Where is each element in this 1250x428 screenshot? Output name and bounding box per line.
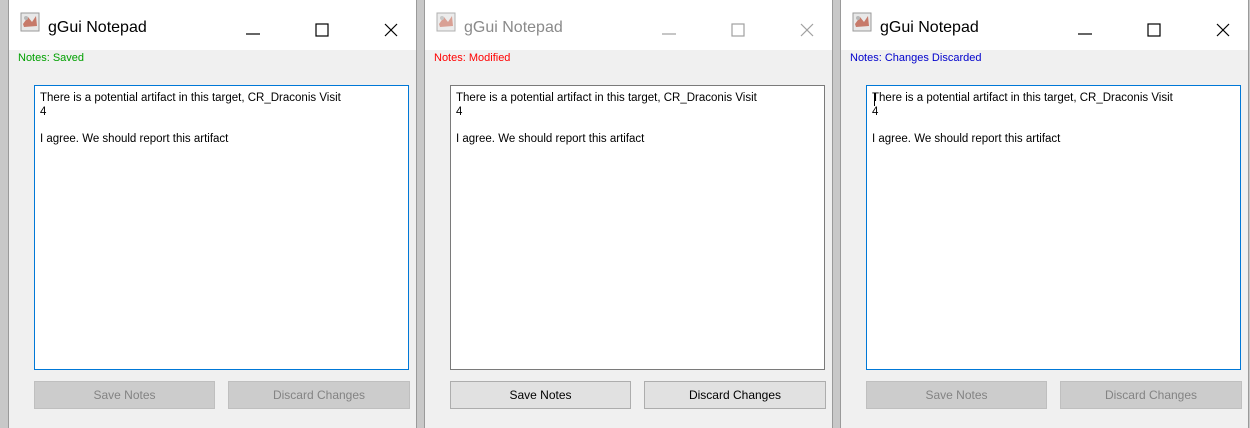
window-title: gGui Notepad — [464, 19, 563, 36]
notes-text: There is a potential artifact in this ta… — [872, 92, 1173, 145]
notepad-window-saved: gGui Notepad Notes: Saved There is a pot… — [8, 0, 417, 428]
notes-text-area[interactable]: There is a potential artifact in this ta… — [866, 85, 1241, 370]
save-notes-button[interactable]: Save Notes — [866, 381, 1047, 409]
close-icon[interactable] — [799, 22, 815, 38]
notes-status-label: Notes: Saved — [18, 52, 85, 64]
save-notes-button[interactable]: Save Notes — [450, 381, 631, 409]
notes-text-area[interactable]: There is a potential artifact in this ta… — [34, 85, 409, 370]
notepad-window-modified: gGui Notepad Notes: Modified There is a … — [424, 0, 833, 428]
notepad-window-discarded: gGui Notepad Notes: Changes Discarded Th… — [840, 0, 1249, 428]
text-caret — [874, 93, 875, 106]
minimize-icon[interactable] — [245, 22, 261, 38]
window-title: gGui Notepad — [880, 19, 979, 36]
title-bar[interactable]: gGui Notepad — [9, 0, 416, 50]
notepad-app-icon[interactable] — [436, 12, 456, 32]
notepad-app-icon[interactable] — [852, 12, 872, 32]
close-icon[interactable] — [1215, 22, 1231, 38]
save-notes-button[interactable]: Save Notes — [34, 381, 215, 409]
notes-status-label: Notes: Modified — [434, 52, 511, 64]
close-icon[interactable] — [383, 22, 399, 38]
notepad-app-icon[interactable] — [20, 12, 40, 32]
maximize-icon[interactable] — [1146, 22, 1162, 38]
minimize-icon[interactable] — [1077, 22, 1093, 38]
discard-changes-button[interactable]: Discard Changes — [644, 381, 826, 409]
maximize-icon[interactable] — [730, 22, 746, 38]
discard-changes-button[interactable]: Discard Changes — [1060, 381, 1242, 409]
notes-text-area[interactable]: There is a potential artifact in this ta… — [450, 85, 825, 370]
notes-status-label: Notes: Changes Discarded — [850, 52, 982, 64]
maximize-icon[interactable] — [314, 22, 330, 38]
window-title: gGui Notepad — [48, 19, 147, 36]
discard-changes-button[interactable]: Discard Changes — [228, 381, 410, 409]
title-bar[interactable]: gGui Notepad — [841, 0, 1248, 50]
minimize-icon[interactable] — [661, 22, 677, 38]
title-bar[interactable]: gGui Notepad — [425, 0, 832, 50]
